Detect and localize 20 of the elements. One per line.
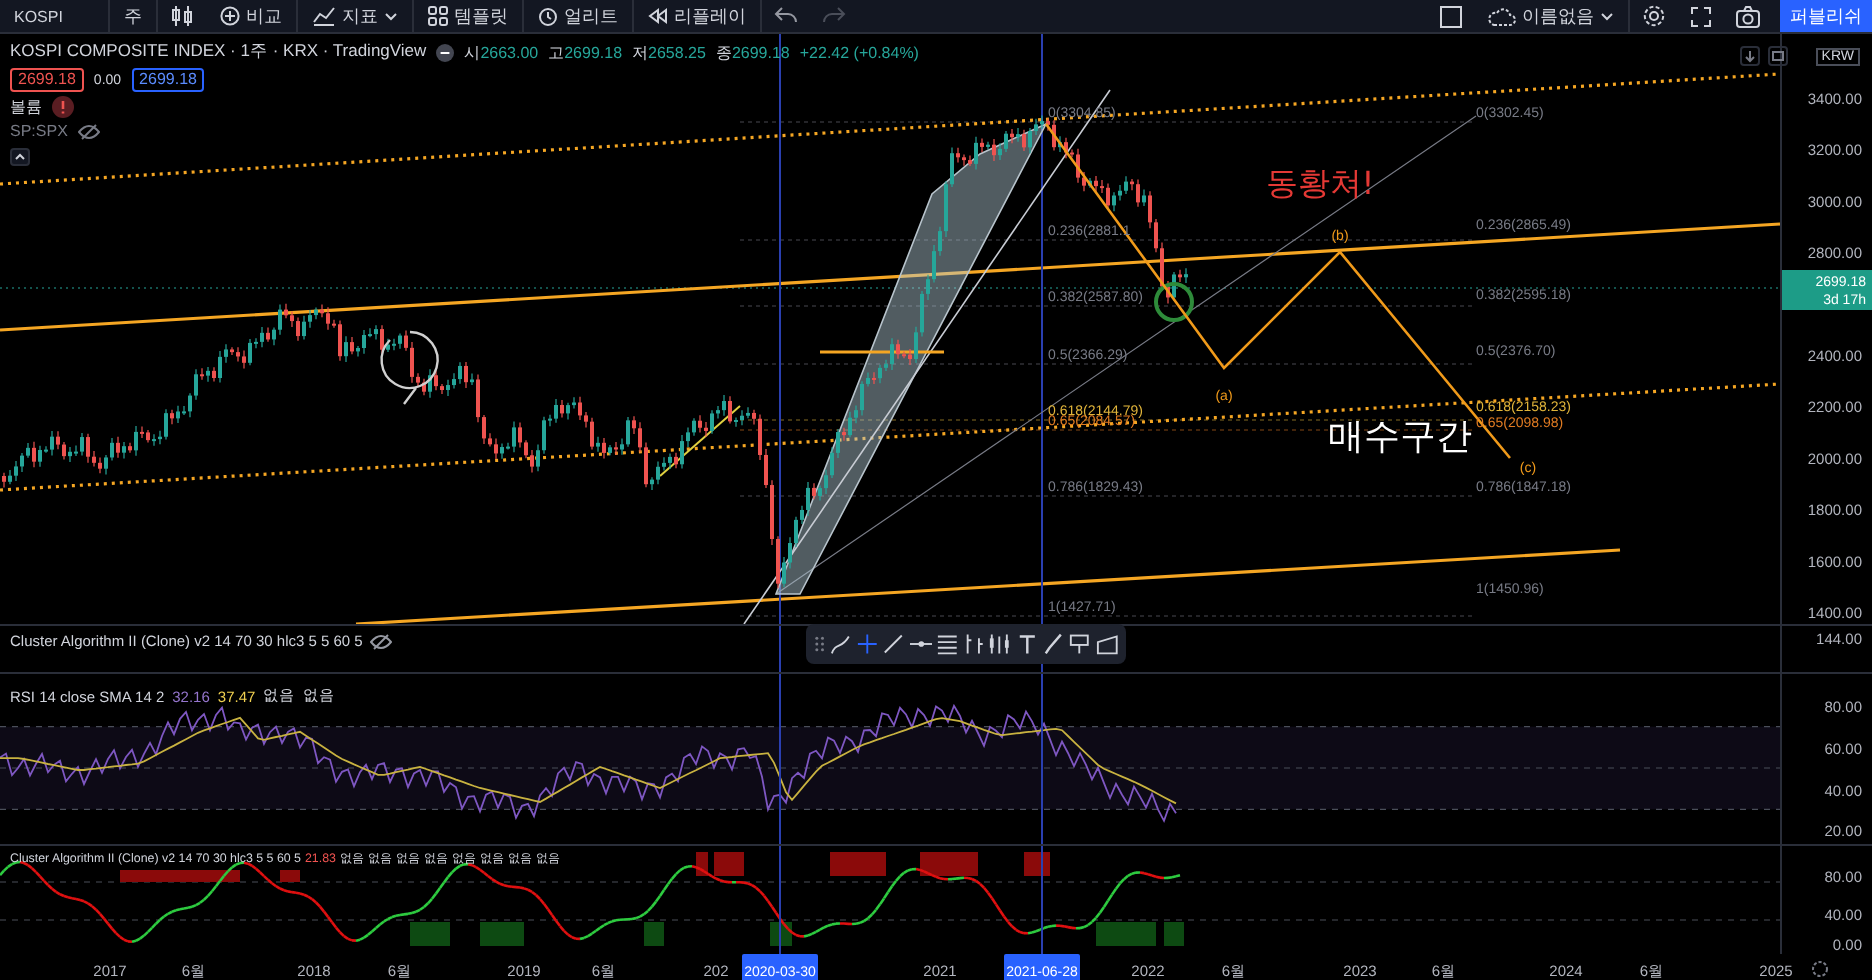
ohlc-value: 시2663.00	[464, 41, 539, 63]
chart-note: 동황쳐!	[1265, 164, 1375, 202]
buy-price-button[interactable]: 2699.18	[131, 68, 205, 92]
study-label: SP:SPX	[10, 122, 68, 140]
change-value: +22.42 (+0.84%)	[799, 43, 919, 61]
publish-button[interactable]: 퍼블리쉬	[1780, 0, 1872, 32]
layout-button[interactable]: 이름없음	[1474, 0, 1630, 32]
symbol-button[interactable]: KOSPI	[0, 0, 110, 32]
templates-button[interactable]: 템플릿	[414, 0, 524, 32]
ohlc-value: 고2699.18	[548, 41, 623, 63]
sell-price-button[interactable]: 2699.18	[10, 68, 84, 92]
alert-button[interactable]: 얼리트	[524, 0, 634, 32]
replay-button[interactable]: 리플레이	[634, 0, 762, 32]
ohlc-value: 저2658.25	[632, 41, 706, 63]
symbol-title: KOSPI COMPOSITE INDEX · 1주 · KRX · TradingView	[10, 40, 427, 64]
chart-note: 매수구간	[1328, 416, 1472, 458]
compare-button[interactable]: 비교	[206, 0, 298, 32]
interval-button[interactable]: 주	[110, 0, 158, 32]
study-label: 볼륨	[10, 96, 42, 118]
indicators-button[interactable]: 지표	[298, 0, 414, 32]
